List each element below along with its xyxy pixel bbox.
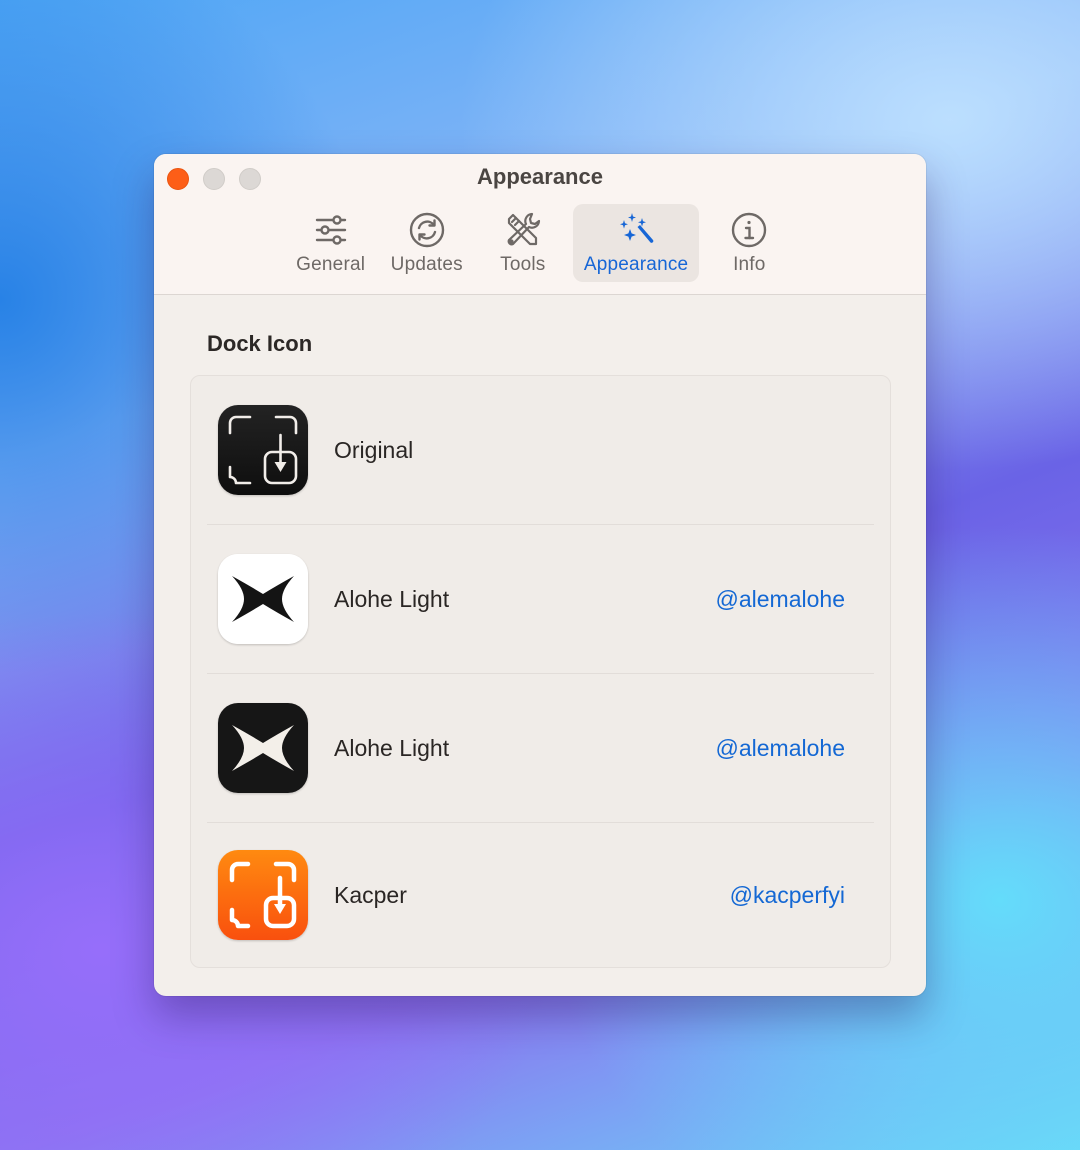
- author-link[interactable]: @alemalohe: [716, 586, 845, 613]
- appearance-pane: Dock Icon Original Alohe Light @alemaloh…: [154, 295, 926, 968]
- option-name: Alohe Light: [334, 585, 450, 612]
- original-dark-icon: [218, 405, 308, 495]
- info-icon: [729, 210, 769, 250]
- preferences-window: Appearance General Updates Tools Appeara…: [154, 154, 926, 996]
- preferences-toolbar: General Updates Tools Appearance Info: [154, 204, 926, 282]
- alohe-dark-icon: [218, 703, 308, 793]
- dock-icon-option[interactable]: Alohe Light @alemalohe: [207, 674, 874, 823]
- title-bar: Appearance General Updates Tools Appeara…: [154, 154, 926, 295]
- alohe-light-icon: [218, 554, 308, 644]
- dock-icon-option[interactable]: Kacper @kacperfyi: [207, 823, 874, 967]
- tab-appearance[interactable]: Appearance: [572, 204, 700, 282]
- tab-tools[interactable]: Tools: [477, 204, 569, 282]
- magic-wand-icon: [616, 210, 656, 250]
- dock-icon-list: Original Alohe Light @alemalohe Alohe Li…: [190, 375, 891, 968]
- author-link[interactable]: @kacperfyi: [730, 882, 845, 909]
- tab-general-label: General: [296, 254, 366, 275]
- sliders-icon: [311, 210, 351, 250]
- tools-icon: [503, 210, 543, 250]
- tab-tools-label: Tools: [500, 254, 546, 275]
- option-name: Alohe Light: [334, 734, 450, 761]
- window-title: Appearance: [477, 164, 603, 189]
- tab-info[interactable]: Info: [703, 204, 795, 282]
- option-name: Kacper: [334, 881, 407, 908]
- dock-icon-option[interactable]: Alohe Light @alemalohe: [207, 525, 874, 674]
- tab-updates[interactable]: Updates: [381, 204, 473, 282]
- tab-info-label: Info: [733, 254, 766, 275]
- section-title: Dock Icon: [207, 331, 313, 356]
- tab-updates-label: Updates: [390, 254, 463, 275]
- author-link[interactable]: @alemalohe: [716, 735, 845, 762]
- tab-appearance-label: Appearance: [583, 254, 689, 275]
- option-name: Original: [334, 436, 414, 463]
- kacper-orange-icon: [218, 850, 308, 940]
- tab-general[interactable]: General: [285, 204, 377, 282]
- refresh-icon: [407, 210, 447, 250]
- dock-icon-option[interactable]: Original: [207, 376, 874, 525]
